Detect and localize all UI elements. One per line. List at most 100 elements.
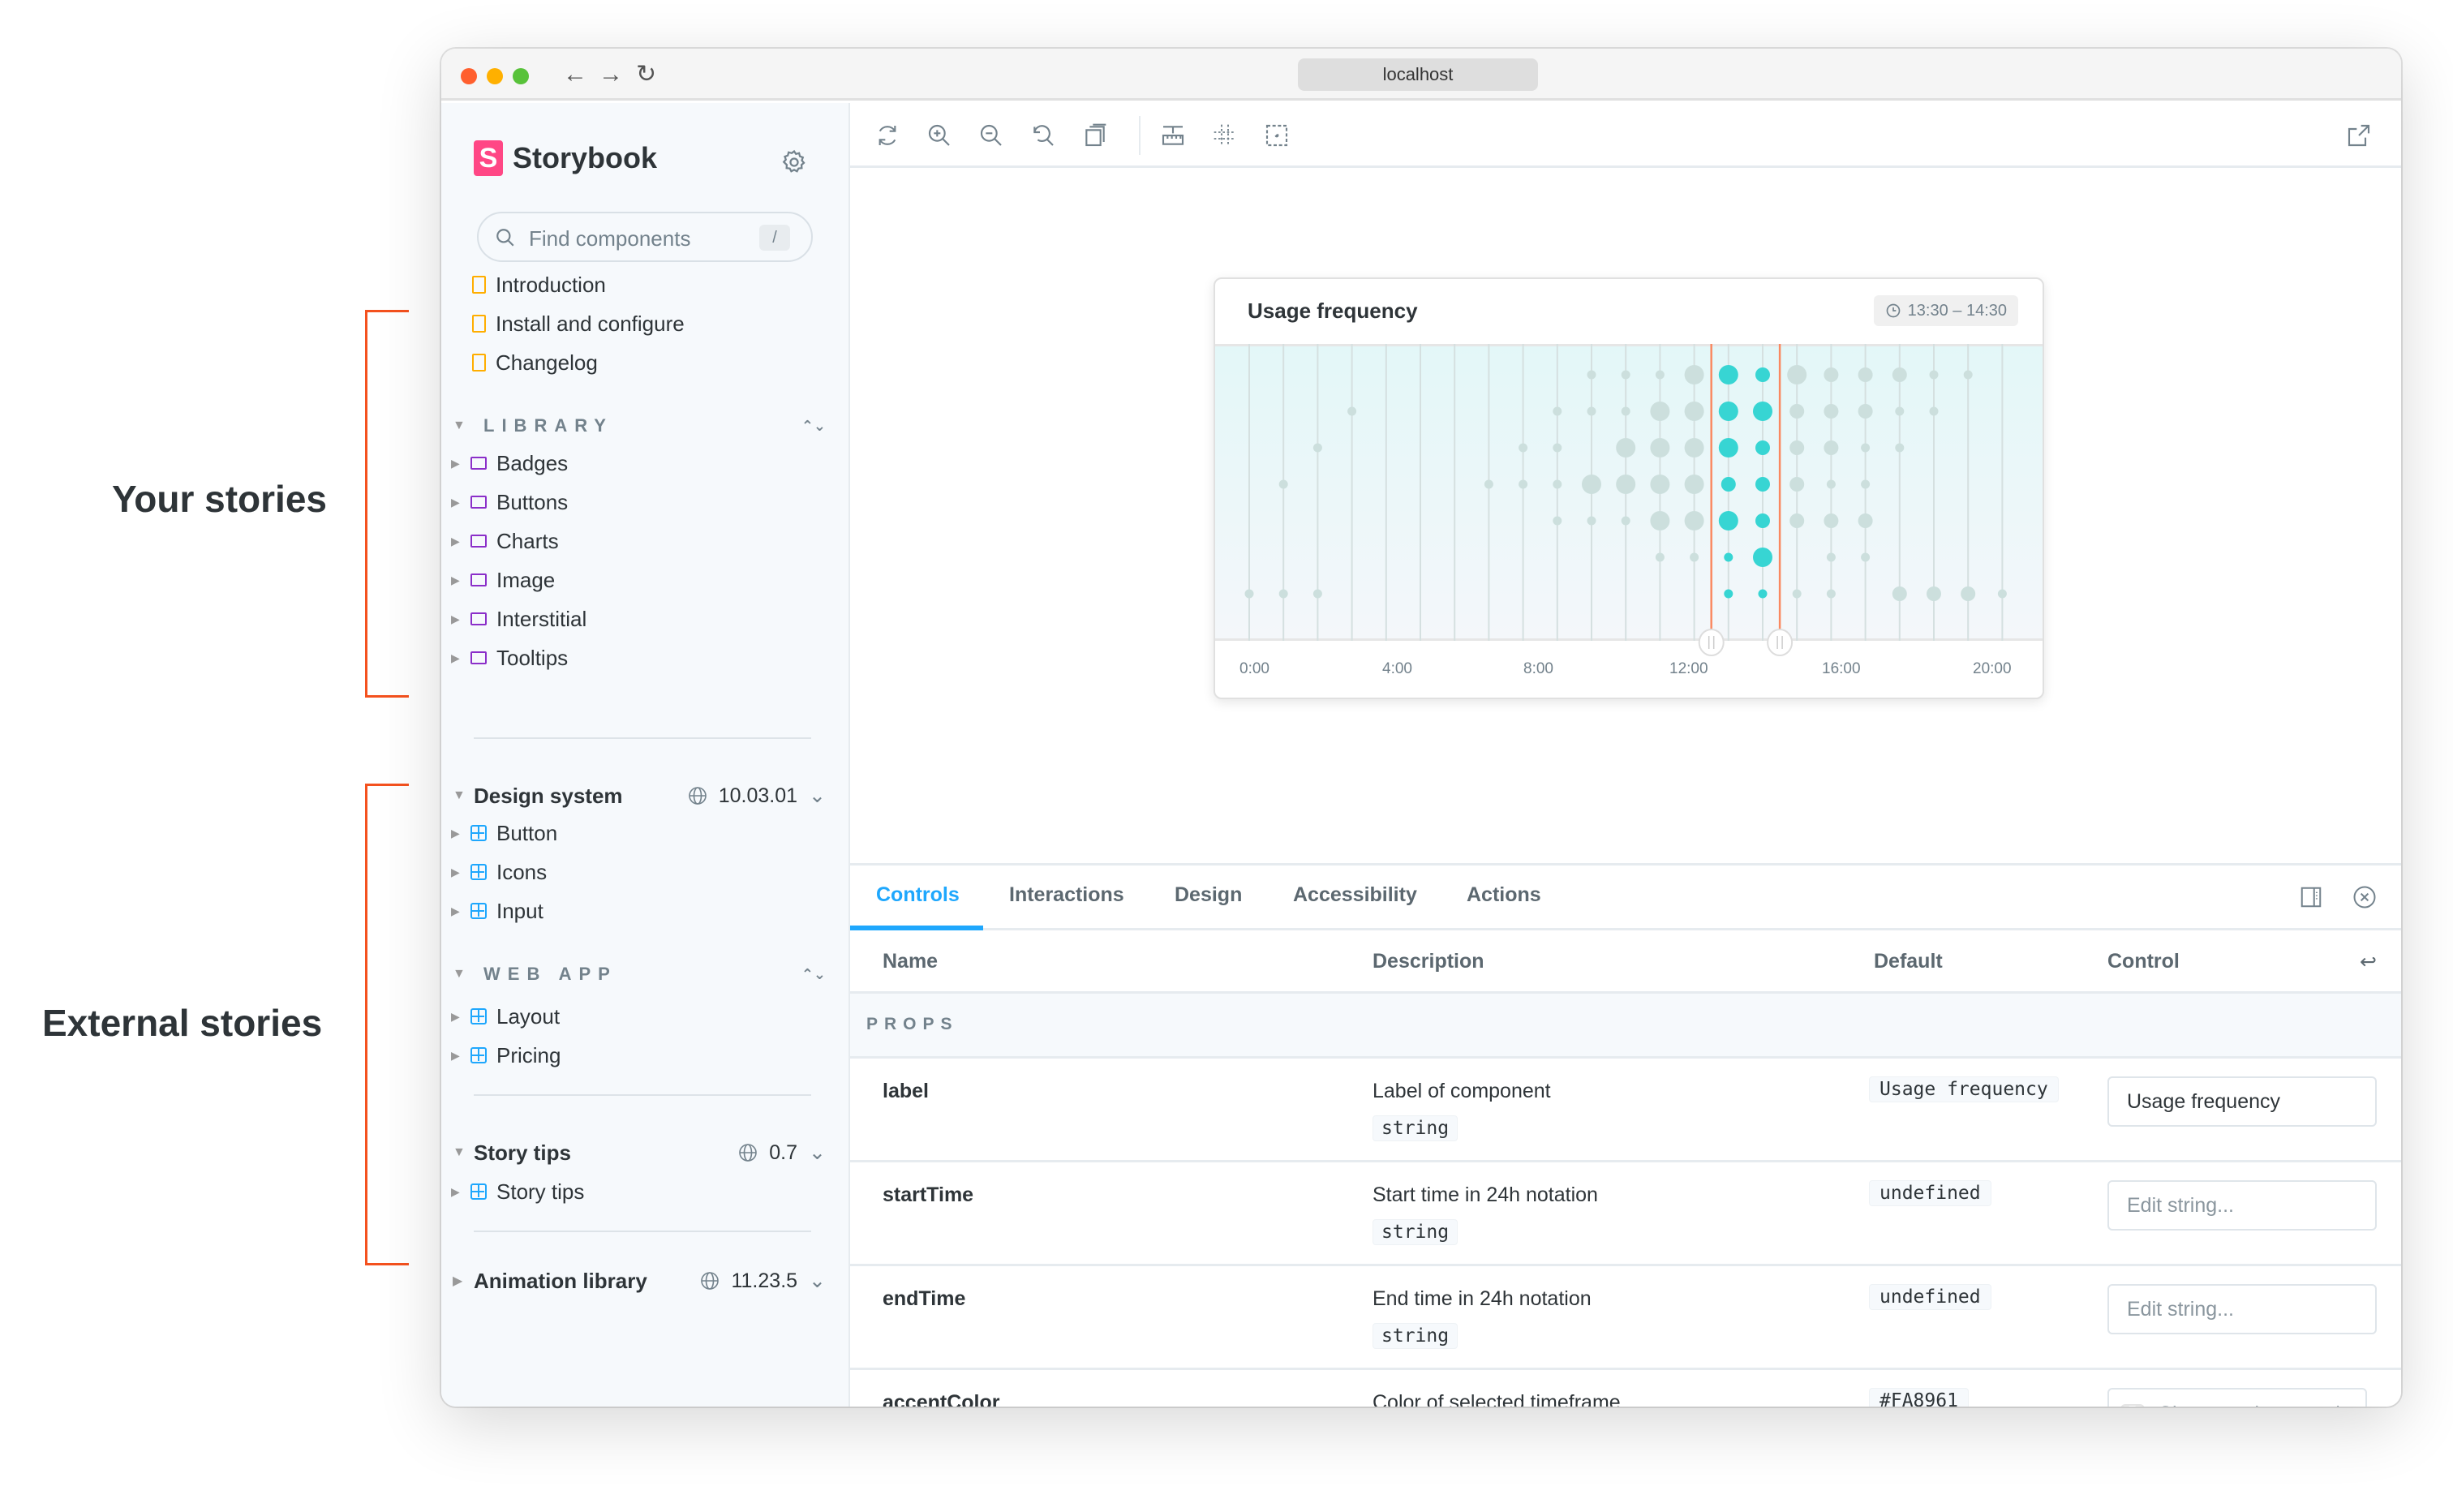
sidebar-item-changelog[interactable]: Changelog xyxy=(472,345,598,380)
data-point xyxy=(1347,406,1357,416)
collapse-icon: ▼ xyxy=(453,419,466,432)
label-control-input[interactable]: Usage frequency xyxy=(2107,1076,2377,1127)
sidebar-item-label: Image xyxy=(496,567,556,592)
expand-collapse-icon[interactable]: ⌃⌄ xyxy=(801,966,826,983)
sidebar-item-buttons[interactable]: ▶ Buttons xyxy=(451,484,568,520)
grid-icon[interactable] xyxy=(1212,122,1238,148)
data-point xyxy=(1789,477,1805,492)
plot-area xyxy=(1215,344,2043,656)
reset-icon[interactable]: ↩ xyxy=(2360,950,2377,974)
selection-end-handle[interactable] xyxy=(1767,629,1794,656)
prop-name: startTime xyxy=(883,1183,974,1206)
controls-table-header: Name Description Default Control ↩ xyxy=(850,930,2401,994)
data-point xyxy=(1684,511,1704,530)
component-icon xyxy=(470,1183,487,1200)
sidebar-item-image[interactable]: ▶ Image xyxy=(451,562,555,598)
sidebar-item-introduction[interactable]: Introduction xyxy=(472,267,606,303)
data-point xyxy=(1858,404,1873,419)
sidebar-item-icons[interactable]: ▶ Icons xyxy=(451,854,547,890)
selected-data-point xyxy=(1724,552,1733,562)
reload-icon[interactable]: ↻ xyxy=(636,60,656,89)
table-row: endTime End time in 24h notation string … xyxy=(850,1266,2401,1370)
code-icon[interactable]: </> xyxy=(2323,1402,2349,1407)
sidebar-item-label: Install and configure xyxy=(496,311,685,336)
ref-design-system[interactable]: ▼ Design system 10.03.01 ⌄ xyxy=(453,778,826,814)
annotation-your-stories: Your stories xyxy=(112,478,327,520)
tab-interactions[interactable]: Interactions xyxy=(1009,883,1124,907)
start-time-control-input[interactable]: Edit string... xyxy=(2107,1180,2377,1231)
divider xyxy=(474,737,811,739)
x-tick-label: 0:00 xyxy=(1239,660,1269,677)
close-panel-icon[interactable] xyxy=(2352,885,2377,909)
version-dropdown[interactable]: 0.7 ⌄ xyxy=(738,1140,826,1165)
accent-color-control[interactable]: Choose color... </> xyxy=(2107,1388,2367,1407)
sidebar-item-label: Pricing xyxy=(496,1042,561,1067)
group-library[interactable]: ▼ LIBRARY ⌃⌄ xyxy=(453,410,826,442)
address-bar[interactable]: localhost xyxy=(1298,58,1538,91)
selection-start-handle[interactable] xyxy=(1698,629,1725,656)
sync-icon[interactable] xyxy=(874,122,900,148)
table-row: startTime Start time in 24h notation str… xyxy=(850,1162,2401,1266)
zoom-reset-icon[interactable] xyxy=(1030,122,1056,148)
minimize-window-button[interactable] xyxy=(487,68,503,84)
version-dropdown[interactable]: 11.23.5 ⌄ xyxy=(700,1269,826,1293)
background-icon[interactable] xyxy=(1082,122,1108,148)
open-new-tab-icon[interactable] xyxy=(2346,122,2372,148)
maximize-window-button[interactable] xyxy=(513,68,529,84)
brand[interactable]: S Storybook xyxy=(474,140,657,176)
sidebar-item-button[interactable]: ▶ Button xyxy=(451,815,557,851)
panel-orientation-icon[interactable] xyxy=(2299,885,2323,909)
expand-collapse-icon[interactable]: ⌃⌄ xyxy=(801,418,826,435)
tab-actions[interactable]: Actions xyxy=(1467,883,1541,907)
selected-data-point xyxy=(1718,511,1738,530)
selected-data-point xyxy=(1755,513,1770,528)
sidebar-item-install[interactable]: Install and configure xyxy=(472,306,685,341)
ref-story-tips[interactable]: ▼ Story tips 0.7 ⌄ xyxy=(453,1135,826,1171)
component-icon xyxy=(470,864,487,880)
arrow-left-icon[interactable]: ← xyxy=(563,60,587,89)
component-icon xyxy=(470,903,487,919)
sidebar-item-input[interactable]: ▶ Input xyxy=(451,893,543,929)
caret-right-icon: ▶ xyxy=(451,1009,460,1023)
sidebar-item-charts[interactable]: ▶ Charts xyxy=(451,523,559,559)
gear-icon[interactable] xyxy=(780,148,808,176)
preview-canvas: Usage frequency 13:30 – 14:30 0:00 4:00 8:… xyxy=(850,170,2401,819)
data-point xyxy=(1997,589,2007,599)
zoom-in-icon[interactable] xyxy=(926,122,952,148)
sidebar-item-label: Tooltips xyxy=(496,645,569,670)
folder-icon xyxy=(470,651,487,664)
data-point xyxy=(1826,479,1836,489)
tab-design[interactable]: Design xyxy=(1175,883,1242,907)
prop-name: label xyxy=(883,1080,929,1102)
version-dropdown[interactable]: 10.03.01 ⌄ xyxy=(688,784,826,808)
data-point xyxy=(1858,367,1873,382)
globe-icon xyxy=(739,1144,758,1162)
ruler-icon[interactable] xyxy=(1160,122,1186,148)
data-point xyxy=(1278,589,1288,599)
search-input[interactable]: Find components / xyxy=(477,212,813,262)
tab-controls[interactable]: Controls xyxy=(876,883,960,907)
x-tick-label: 4:00 xyxy=(1382,660,1412,677)
group-web-app[interactable]: ▼ WEB APP ⌃⌄ xyxy=(453,958,826,990)
data-point xyxy=(1553,479,1562,489)
tab-accessibility[interactable]: Accessibility xyxy=(1293,883,1417,907)
end-time-control-input[interactable]: Edit string... xyxy=(2107,1284,2377,1334)
data-point xyxy=(1484,479,1493,489)
ref-animation-library[interactable]: ▶ Animation library 11.23.5 ⌄ xyxy=(453,1263,826,1299)
time-range-label: 13:30 – 14:30 xyxy=(1907,301,2007,320)
sidebar-item-badges[interactable]: ▶ Badges xyxy=(451,445,568,481)
arrow-right-icon[interactable]: → xyxy=(599,60,623,89)
sidebar-item-interstitial[interactable]: ▶ Interstitial xyxy=(451,601,586,637)
sidebar-item-layout[interactable]: ▶ Layout xyxy=(451,999,560,1034)
data-point xyxy=(1587,370,1596,380)
zoom-out-icon[interactable] xyxy=(978,122,1004,148)
sidebar-item-story-tips[interactable]: ▶ Story tips xyxy=(451,1174,584,1209)
color-swatch[interactable] xyxy=(2120,1404,2145,1407)
sidebar-item-pricing[interactable]: ▶ Pricing xyxy=(451,1037,561,1073)
data-point xyxy=(1892,367,1907,382)
outline-icon[interactable] xyxy=(1264,122,1290,148)
data-point xyxy=(1587,406,1596,416)
close-window-button[interactable] xyxy=(461,68,477,84)
sidebar-item-tooltips[interactable]: ▶ Tooltips xyxy=(451,640,568,676)
divider xyxy=(474,1094,811,1096)
